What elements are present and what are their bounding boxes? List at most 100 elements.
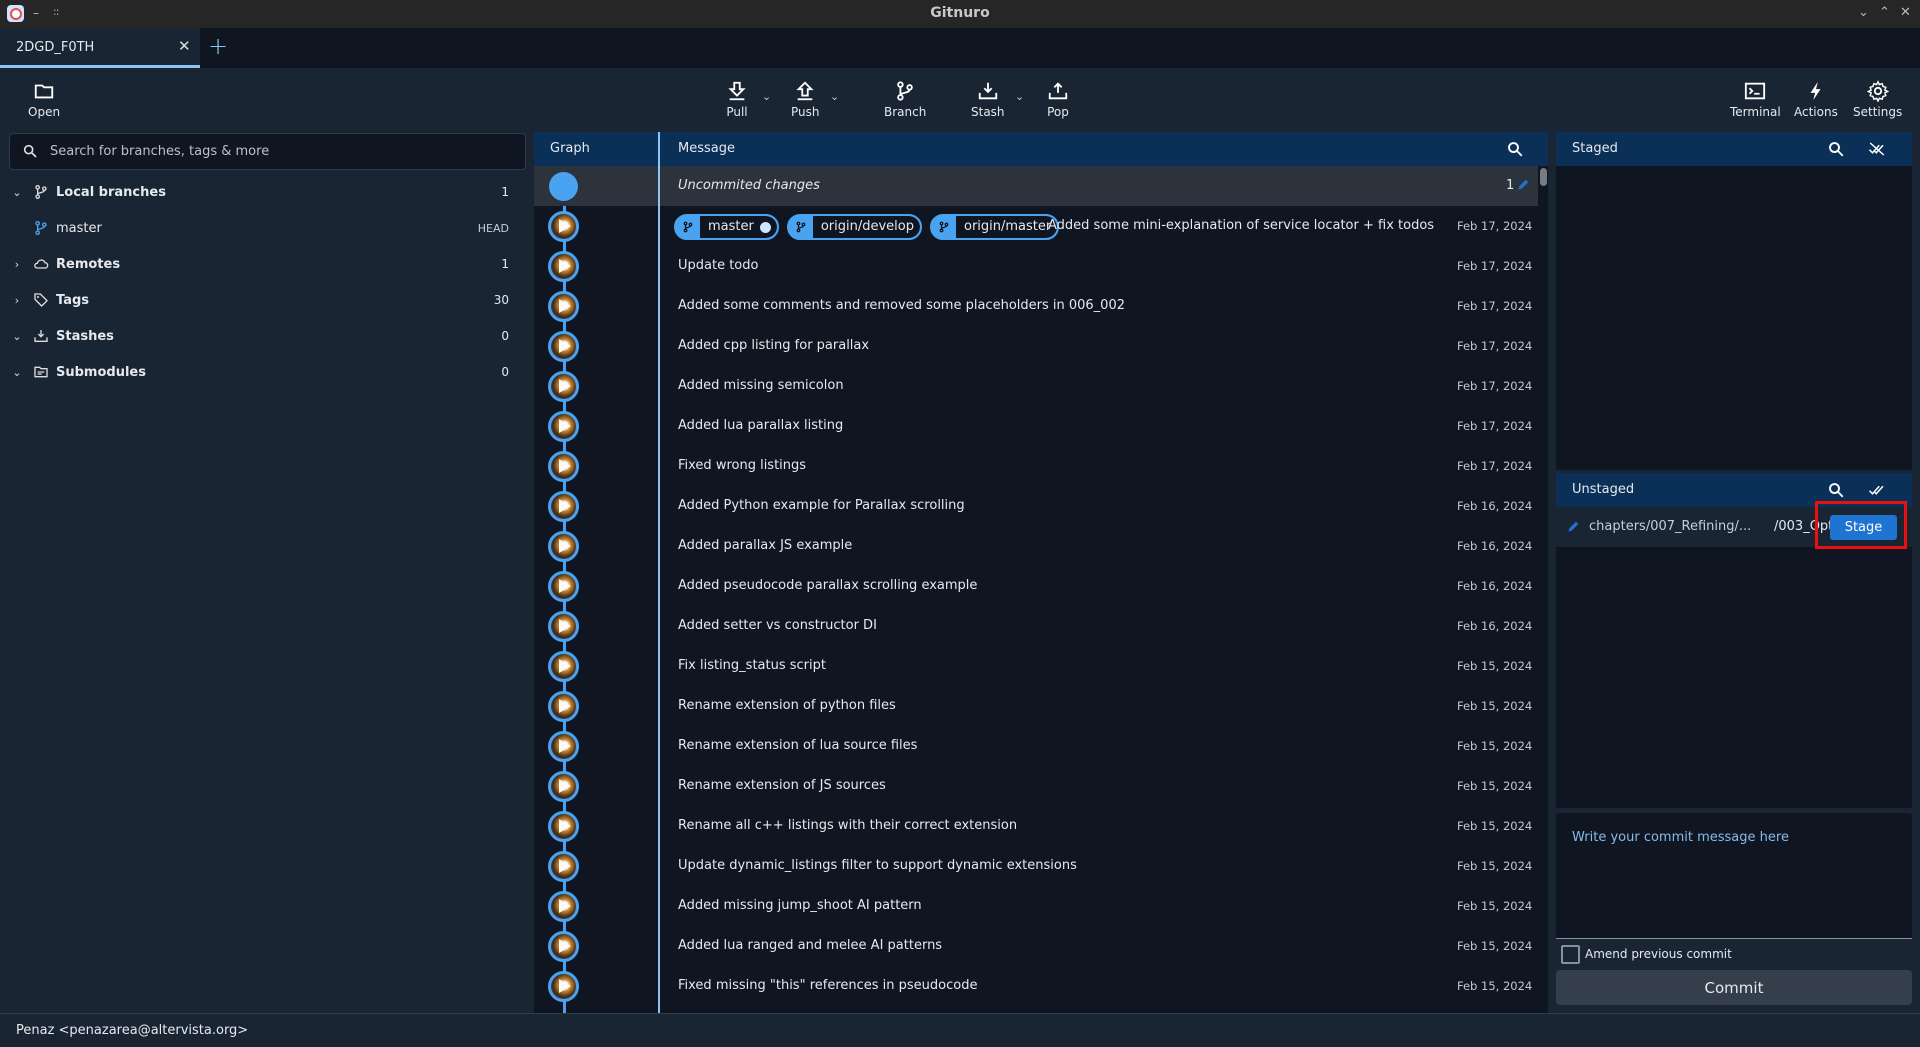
commit-date: Feb 15, 2024: [1457, 779, 1533, 793]
ref-badge[interactable]: master: [674, 214, 779, 240]
tab-repository[interactable]: 2DGD_F0TH ✕: [0, 28, 200, 68]
sidebar-section-label: Local branches: [56, 184, 166, 200]
chevron-down-icon[interactable]: ⌄: [11, 366, 23, 379]
push-options-chevron-icon[interactable]: ⌄: [830, 90, 839, 103]
author-avatar: [548, 931, 579, 962]
chevron-down-icon[interactable]: ⌄: [11, 330, 23, 343]
branch-icon: [676, 216, 700, 238]
commit-row[interactable]: Fix listing_status script Feb 15, 2024: [534, 646, 1538, 686]
uncommitted-label: Uncommited changes: [678, 178, 820, 193]
sidebar-section-tags[interactable]: › Tags 30: [0, 282, 528, 318]
ref-name: origin/develop: [812, 216, 920, 238]
commit-row[interactable]: Rename all c++ listings with their corre…: [534, 806, 1538, 846]
search-commits-icon[interactable]: [1506, 140, 1524, 158]
maximize-window-icon[interactable]: ⌃: [1879, 5, 1890, 20]
uncommitted-changes-row[interactable]: Uncommited changes 1: [534, 166, 1538, 206]
settings-button[interactable]: Settings: [1853, 80, 1902, 119]
minimize-window-icon[interactable]: ⌄: [1858, 5, 1869, 20]
chevron-right-icon[interactable]: ›: [11, 258, 23, 271]
close-window-icon[interactable]: ✕: [1900, 5, 1911, 20]
pop-icon: [1048, 82, 1068, 100]
pop-button[interactable]: Pop: [1047, 80, 1069, 119]
commit-row[interactable]: Rename extension of lua source files Feb …: [534, 726, 1538, 766]
stash-options-chevron-icon[interactable]: ⌄: [1015, 90, 1024, 103]
log-scrollbar[interactable]: [1539, 166, 1548, 1013]
commit-message-input[interactable]: [1556, 813, 1912, 938]
commit-date: Feb 17, 2024: [1457, 419, 1533, 433]
commit-row[interactable]: Update dynamic_listings filter to suppor…: [534, 846, 1538, 886]
commit-row[interactable]: Added lua ranged and melee AI patterns Fe…: [534, 926, 1538, 966]
commit-date: Feb 17, 2024: [1457, 339, 1533, 353]
graph-column-header: Graph: [550, 141, 590, 156]
commit-message-box[interactable]: [1556, 813, 1912, 939]
commit-row[interactable]: Fixed wrong listings Feb 17, 2024: [534, 446, 1538, 486]
open-button[interactable]: Open: [28, 80, 60, 119]
author-avatar: [548, 411, 579, 442]
unstage-all-icon[interactable]: [1867, 140, 1887, 158]
commit-button[interactable]: Commit: [1556, 970, 1912, 1005]
commit-row[interactable]: Added lua parallax listing Feb 17, 2024: [534, 406, 1538, 446]
search-staged-icon[interactable]: [1827, 140, 1845, 158]
push-button[interactable]: Push: [791, 80, 820, 119]
uncommitted-graph-node: [549, 172, 578, 201]
branch-search-input[interactable]: [50, 134, 520, 169]
sidebar-item-branch-master[interactable]: master HEAD: [0, 210, 528, 246]
branch-button[interactable]: Branch: [884, 80, 926, 119]
add-tab-icon[interactable]: +: [208, 32, 228, 60]
commit-row[interactable]: Rename extension of JS sources Feb 15, 20…: [534, 766, 1538, 806]
commit-row[interactable]: master origin/develop origin/master Added s…: [534, 206, 1538, 246]
pull-icon: [728, 81, 746, 101]
tab-bar: 2DGD_F0TH ✕ +: [0, 28, 1920, 68]
scrollbar-thumb[interactable]: [1540, 168, 1547, 186]
actions-button[interactable]: Actions: [1794, 80, 1838, 119]
search-unstaged-icon[interactable]: [1827, 481, 1845, 499]
commit-message: Rename extension of lua source files: [678, 738, 918, 753]
commit-date: Feb 17, 2024: [1457, 259, 1533, 273]
commit-row[interactable]: Added Python example for Parallax scroll…: [534, 486, 1538, 526]
sidebar-section-local-branches[interactable]: ⌄ Local branches 1: [0, 174, 528, 210]
commit-row[interactable]: Added missing jump_shoot AI pattern Feb 1…: [534, 886, 1538, 926]
close-tab-icon[interactable]: ✕: [178, 37, 191, 55]
commit-row[interactable]: Added parallax JS example Feb 16, 2024: [534, 526, 1538, 566]
author-identity: Penaz <penazarea@altervista.org>: [16, 1023, 249, 1038]
ref-badge[interactable]: origin/develop: [786, 214, 922, 240]
unstaged-file-row[interactable]: chapters/007_Refining/... /003_Opt Stage: [1556, 507, 1912, 547]
branch-search-box[interactable]: [9, 133, 526, 170]
branch-icon: [932, 216, 956, 238]
commit-row[interactable]: Added pseudocode parallax scrolling exam…: [534, 566, 1538, 606]
commit-row[interactable]: Added some comments and removed some pla…: [534, 286, 1538, 326]
sidebar-section-stashes[interactable]: ⌄ Stashes 0: [0, 318, 528, 354]
commit-row[interactable]: Update todo Feb 17, 2024: [534, 246, 1538, 286]
commit-row[interactable]: Added setter vs constructor DI Feb 16, 20…: [534, 606, 1538, 646]
ref-badge[interactable]: origin/master: [930, 214, 1060, 240]
author-avatar: [548, 531, 579, 562]
commit-date: Feb 16, 2024: [1457, 499, 1533, 513]
commit-date: Feb 16, 2024: [1457, 539, 1533, 553]
amend-checkbox[interactable]: [1561, 944, 1580, 964]
commit-message: Fix listing_status script: [678, 658, 826, 673]
stage-all-icon[interactable]: [1867, 481, 1887, 499]
commit-row[interactable]: Fixed missing "this" references in pseud…: [534, 966, 1538, 1006]
commit-message: Rename extension of JS sources: [678, 778, 886, 793]
sidebar-section-remotes[interactable]: › Remotes 1: [0, 246, 528, 282]
commit-row[interactable]: Added cpp listing for parallax Feb 17, 20…: [534, 326, 1538, 366]
actions-label: Actions: [1794, 105, 1838, 119]
pull-button[interactable]: Pull: [726, 80, 748, 119]
author-avatar: [548, 891, 579, 922]
pull-options-chevron-icon[interactable]: ⌄: [762, 90, 771, 103]
commit-row[interactable]: Added missing semicolon Feb 17, 2024: [534, 366, 1538, 406]
terminal-button[interactable]: Terminal: [1730, 80, 1781, 119]
sidebar-section-submodules[interactable]: ⌄ Submodules 0: [0, 354, 528, 390]
commit-date: Feb 17, 2024: [1457, 379, 1533, 393]
commit-message: Update dynamic_listings filter to suppor…: [678, 858, 1077, 873]
stash-button[interactable]: Stash: [971, 80, 1005, 119]
amend-label: Amend previous commit: [1585, 947, 1732, 961]
chevron-down-icon[interactable]: ⌄: [11, 186, 23, 199]
commit-row[interactable]: Rename extension of python files Feb 15, …: [534, 686, 1538, 726]
stage-file-button[interactable]: Stage: [1830, 515, 1897, 540]
ref-label: origin/master: [964, 219, 1052, 234]
chevron-right-icon[interactable]: ›: [11, 294, 23, 307]
branch-icon: [35, 221, 47, 235]
amend-checkbox-row[interactable]: Amend previous commit: [1561, 944, 1732, 964]
staged-header: Staged: [1556, 132, 1912, 166]
